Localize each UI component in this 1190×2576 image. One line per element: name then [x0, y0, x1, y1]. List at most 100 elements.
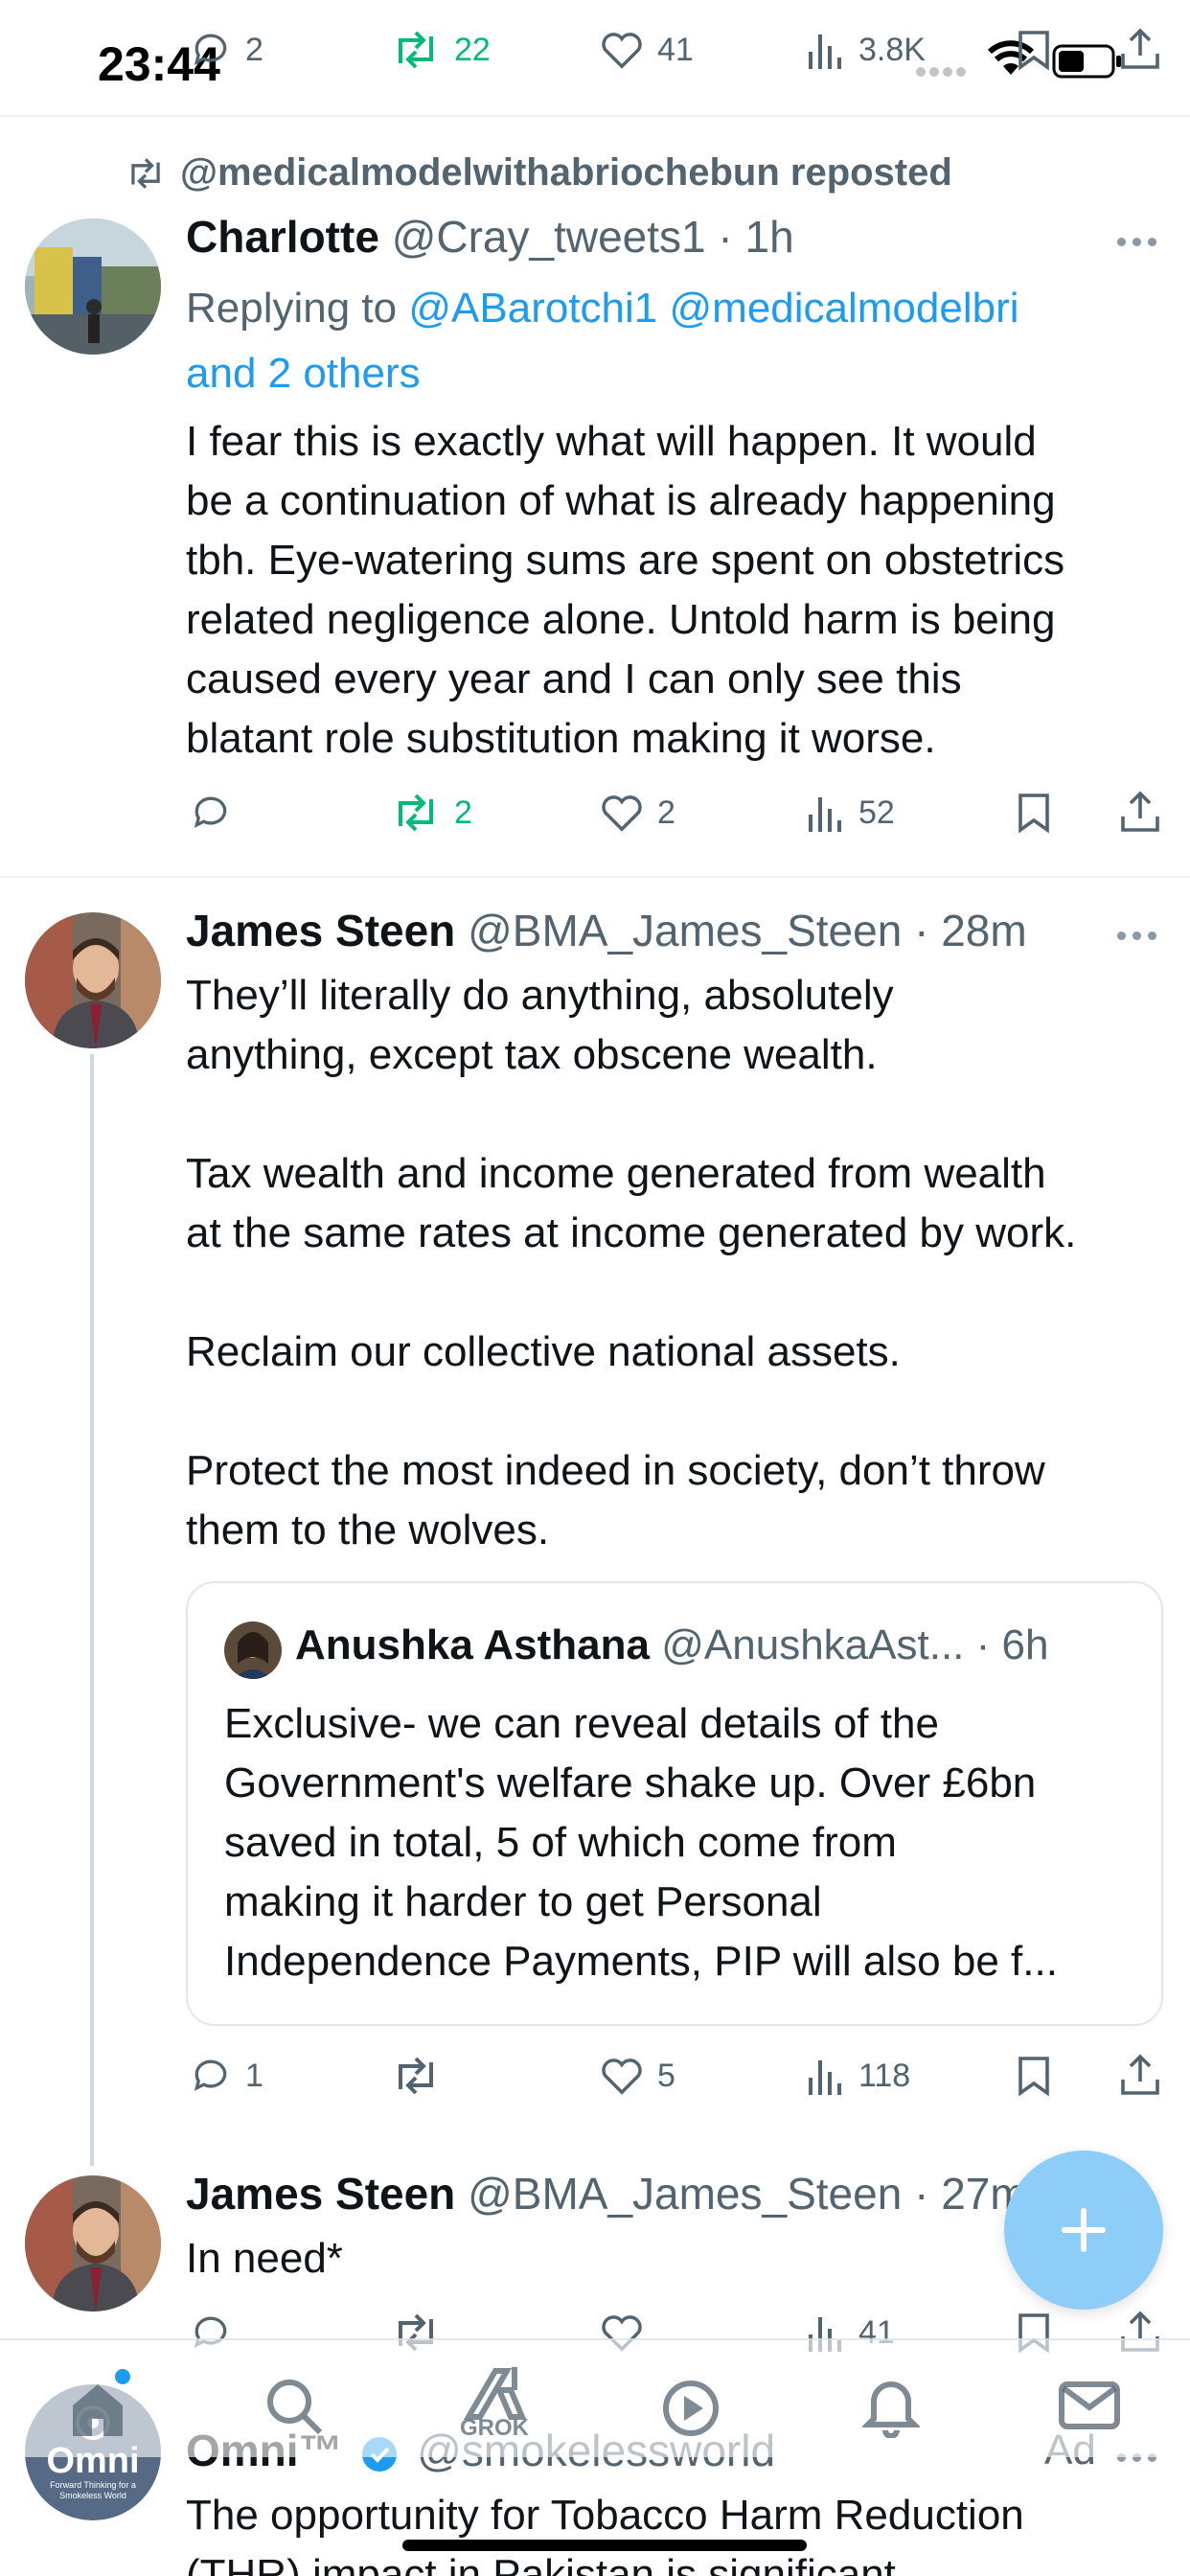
views-count: 118	[858, 2057, 911, 2094]
quote-user-handle: @AnushkaAst...	[661, 1622, 965, 1668]
share-icon[interactable]	[1119, 2053, 1161, 2097]
compose-button[interactable]	[1004, 2150, 1163, 2310]
like-count: 41	[657, 31, 694, 68]
tweet-time[interactable]: · 28m	[914, 906, 1027, 955]
nav-search[interactable]	[264, 2377, 324, 2436]
repost-icon	[391, 2055, 441, 2097]
views-count: 52	[858, 794, 895, 831]
views-icon	[807, 792, 845, 834]
divider	[0, 115, 1190, 117]
more-options-icon[interactable]	[1117, 928, 1163, 945]
grok-label: GROK	[460, 2415, 529, 2441]
repost-button[interactable]: 2	[391, 792, 472, 834]
repost-label: @medicalmodelwithabriochebun reposted	[180, 151, 952, 194]
more-options-icon[interactable]	[1117, 234, 1163, 251]
repost-button[interactable]: 22	[391, 29, 491, 71]
reply-icon	[190, 792, 232, 834]
reply-button[interactable]: 2	[190, 29, 263, 71]
quote-tweet-card[interactable]: Anushka Asthana @AnushkaAst... · 6h Excl…	[186, 1581, 1163, 2026]
reply-button[interactable]: 1	[190, 2055, 263, 2097]
nav-grok[interactable]: GROK	[456, 2363, 533, 2442]
home-icon	[67, 2379, 128, 2438]
views-button[interactable]: 52	[807, 792, 895, 834]
replying-others-link[interactable]: and 2 others	[186, 350, 421, 397]
quote-tweet-time: · 6h	[975, 1622, 1049, 1668]
status-bar: 23:44	[0, 0, 1190, 115]
bookmark-icon[interactable]	[1016, 29, 1052, 71]
play-icon	[661, 2379, 721, 2438]
tweet-body: I fear this is exactly what will happen.…	[186, 418, 1065, 762]
tweet-text: In need*	[186, 2229, 1144, 2288]
like-button[interactable]: 2	[600, 792, 675, 834]
bookmark-icon[interactable]	[1016, 2055, 1052, 2097]
user-handle[interactable]: @BMA_James_Steen	[468, 2169, 902, 2219]
divider	[0, 876, 1190, 878]
repost-count: 22	[454, 31, 491, 68]
nav-messages[interactable]	[1058, 2380, 1121, 2430]
notification-dot	[115, 2369, 130, 2384]
reply-icon	[190, 2055, 232, 2097]
heart-icon	[600, 29, 644, 71]
tweet-text: I fear this is exactly what will happen.…	[186, 412, 1173, 769]
reply-count: 1	[245, 2057, 263, 2094]
display-name[interactable]: Charlotte	[186, 212, 379, 262]
replying-users-link[interactable]: @ABarotchi1 @medicalmodelbri	[408, 285, 1018, 332]
reply-count: 2	[245, 31, 263, 68]
search-icon	[264, 2377, 324, 2436]
like-button[interactable]: 41	[600, 29, 694, 71]
share-icon[interactable]	[1119, 27, 1161, 71]
bookmark-icon[interactable]	[1016, 792, 1052, 834]
tweet-text: They’ll literally do anything, absolutel…	[186, 966, 1173, 1560]
home-indicator	[402, 2540, 807, 2551]
display-name[interactable]: James Steen	[186, 906, 455, 955]
user-handle[interactable]: @BMA_James_Steen	[468, 906, 902, 955]
grok-icon	[456, 2363, 533, 2421]
ad-text: The opportunity for Tobacco Harm Reducti…	[186, 2486, 1182, 2576]
share-icon[interactable]	[1119, 790, 1161, 834]
tweet-header: Charlotte @Cray_tweets1 · 1h	[186, 211, 794, 263]
user-handle[interactable]: @Cray_tweets1	[392, 212, 706, 262]
repost-indicator: @medicalmodelwithabriochebun reposted	[125, 151, 952, 195]
views-icon	[807, 2055, 845, 2097]
heart-icon	[600, 792, 644, 834]
repost-icon	[125, 156, 167, 191]
nav-home[interactable]	[67, 2369, 130, 2438]
tweet-body: They’ll literally do anything, absolutel…	[186, 972, 1077, 1553]
battery-icon	[1052, 44, 1123, 79]
replying-to: Replying to @ABarotchi1 @medicalmodelbri…	[186, 276, 1144, 406]
nav-notifications[interactable]	[862, 2377, 920, 2438]
repost-icon	[391, 792, 441, 834]
plus-icon	[1057, 2203, 1110, 2257]
like-count: 5	[657, 2057, 675, 2094]
nav-video[interactable]	[661, 2379, 721, 2438]
avatar[interactable]	[25, 2175, 161, 2312]
repost-icon	[391, 29, 441, 71]
repost-button[interactable]	[391, 2055, 454, 2097]
thread-line	[90, 1054, 94, 2166]
views-button[interactable]: 3.8K	[807, 29, 926, 71]
quote-text: Exclusive- we can reveal details of the …	[224, 1694, 1144, 1991]
like-count: 2	[657, 794, 675, 831]
display-name[interactable]: James Steen	[186, 2169, 455, 2219]
avatar[interactable]	[25, 912, 161, 1048]
views-icon	[807, 29, 845, 71]
like-button[interactable]: 5	[600, 2055, 675, 2097]
views-count: 3.8K	[858, 31, 926, 68]
bottom-navigation-bar: GROK	[0, 2338, 1190, 2457]
reply-button[interactable]	[190, 792, 245, 834]
heart-icon	[600, 2055, 644, 2097]
envelope-icon	[1058, 2380, 1121, 2430]
replying-prefix: Replying to	[186, 285, 398, 332]
tweet-header: James Steen @BMA_James_Steen · 27m	[186, 2168, 1027, 2220]
tweet-time[interactable]: · 1h	[718, 212, 793, 262]
avatar[interactable]	[25, 218, 161, 355]
repost-count: 2	[454, 794, 472, 831]
quote-display-name: Anushka Asthana	[295, 1622, 651, 1668]
ad-text-line1: The opportunity for Tobacco Harm Reducti…	[186, 2492, 1024, 2539]
views-button[interactable]: 118	[807, 2055, 910, 2097]
quote-body: Exclusive- we can reveal details of the …	[224, 1700, 1058, 1985]
quote-avatar	[224, 1622, 282, 1679]
quote-header: Anushka Asthana @AnushkaAst... · 6h	[295, 1622, 1048, 1669]
tweet-header: James Steen @BMA_James_Steen · 28m	[186, 905, 1027, 956]
tweet-body: In need*	[186, 2235, 343, 2282]
